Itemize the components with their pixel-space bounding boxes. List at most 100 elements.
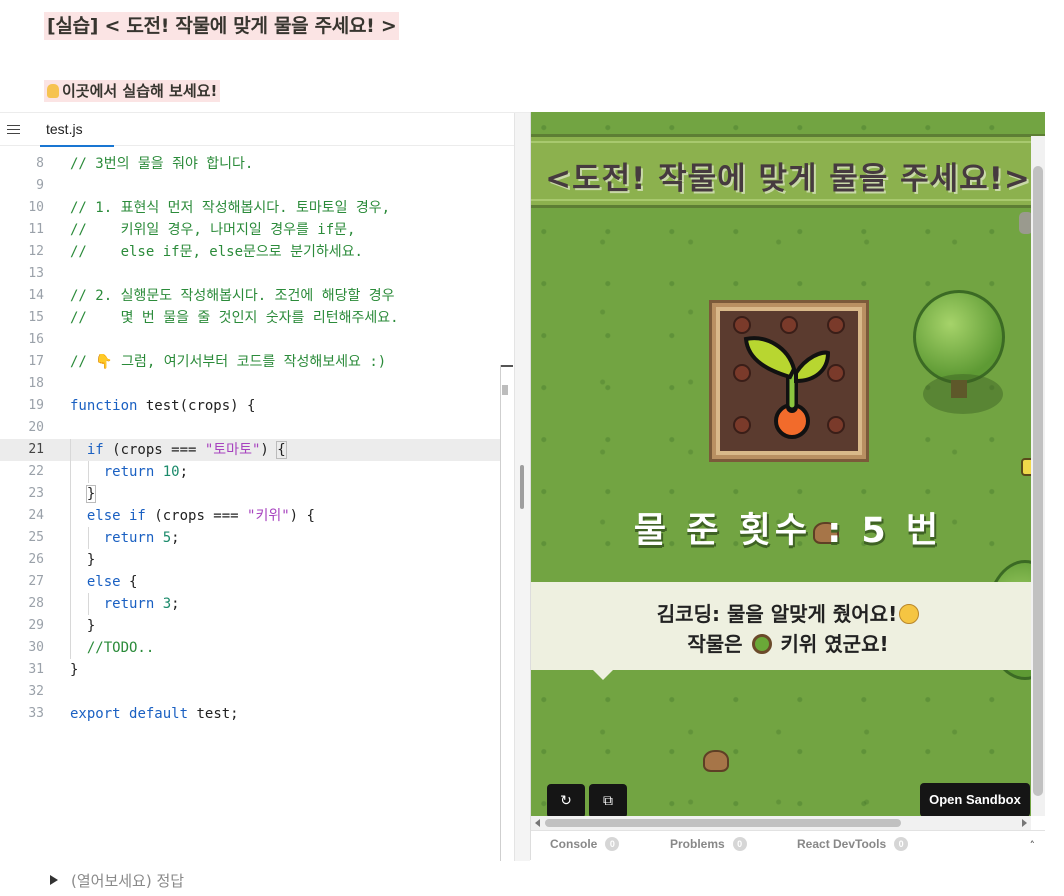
preview-hscroll-thumb[interactable] (545, 819, 901, 827)
code-line[interactable]: 13 (0, 263, 514, 285)
code-text[interactable]: //TODO.. (70, 637, 154, 659)
code-text[interactable]: return 3; (70, 593, 180, 615)
menu-icon[interactable] (7, 125, 20, 134)
resize-grip-icon[interactable] (520, 465, 524, 509)
code-text[interactable]: export default test; (70, 703, 239, 725)
line-number: 30 (28, 640, 44, 655)
dialog-line-1: 김코딩: 물을 알맞게 줬어요! (531, 598, 1045, 627)
refresh-icon: ↻ (560, 793, 572, 809)
code-text[interactable]: // 2. 실행문도 작성해봅시다. 조건에 해당할 경우 (70, 285, 395, 307)
code-line[interactable]: 10 // 1. 표현식 먼저 작성해봅시다. 토마토일 경우, (0, 197, 514, 219)
indent-guide (88, 461, 89, 483)
code-text[interactable]: } (70, 615, 95, 637)
code-line[interactable]: 33 export default test; (0, 703, 514, 725)
code-line[interactable]: 15 // 몇 번 물을 줄 것인지 숫자를 리턴해주세요. (0, 307, 514, 329)
code-text[interactable]: else { (70, 571, 138, 593)
answer-toggle[interactable]: (열어보세요) 정답 (50, 870, 184, 891)
code-line[interactable]: 20 (0, 417, 514, 439)
scroll-right-arrow-icon[interactable] (1022, 819, 1027, 827)
stump-icon (703, 750, 729, 772)
code-line[interactable]: 17 // 👇 그럼, 여기서부터 코드를 작성해보세요 :) (0, 351, 514, 373)
code-line[interactable]: 9 (0, 175, 514, 197)
tab-console-label: Console (550, 837, 598, 851)
line-number: 28 (28, 596, 44, 611)
editor-scrollbar[interactable] (500, 365, 514, 861)
code-text[interactable]: // 몇 번 물을 줄 것인지 숫자를 리턴해주세요. (70, 307, 399, 329)
devtools-tab-bar: Console 0 Problems 0 React DevTools 0 ˄ (531, 830, 1045, 860)
open-sandbox-button[interactable]: Open Sandbox (920, 783, 1030, 816)
line-number: 33 (28, 706, 44, 721)
preview-horizontal-scrollbar[interactable] (531, 816, 1031, 830)
preview-vscroll-thumb[interactable] (1033, 166, 1043, 796)
dialog-speaker-text: 김코딩: 물을 알맞게 줬어요! (656, 602, 898, 626)
external-link-icon: ⧉ (603, 793, 613, 809)
code-line[interactable]: 28 return 3; (0, 593, 514, 615)
code-line[interactable]: 24 else if (crops === "키위") { (0, 505, 514, 527)
tab-react-devtools[interactable]: React DevTools 0 (797, 837, 909, 851)
tree-shadow (923, 374, 1003, 414)
code-line[interactable]: 16 (0, 329, 514, 351)
banner-title: <도전! 작물에 맞게 물을 주세요!> (545, 161, 1031, 197)
code-line[interactable]: 30 //TODO.. (0, 637, 514, 659)
line-number: 18 (28, 376, 44, 391)
scroll-position-marker (501, 365, 513, 367)
line-number: 29 (28, 618, 44, 633)
hint-text: 이곳에서 실습해 보세요! (44, 80, 221, 102)
preview-vertical-scrollbar[interactable] (1031, 136, 1045, 816)
code-text[interactable]: else if (crops === "키위") { (70, 505, 315, 527)
tab-console[interactable]: Console 0 (550, 837, 620, 851)
collapse-chevron-icon[interactable]: ˄ (1030, 839, 1036, 852)
code-line[interactable]: 25 return 5; (0, 527, 514, 549)
dialog-box: 김코딩: 물을 알맞게 줬어요! 작물은 키위 였군요! (531, 582, 1045, 680)
code-line[interactable]: 18 (0, 373, 514, 395)
code-line[interactable]: 14 // 2. 실행문도 작성해봅시다. 조건에 해당할 경우 (0, 285, 514, 307)
code-line[interactable]: 31} (0, 659, 514, 681)
code-line[interactable]: 32 (0, 681, 514, 703)
code-line[interactable]: 27 else { (0, 571, 514, 593)
code-line[interactable]: 23 } (0, 483, 514, 505)
lesson-title: [실습] < 도전! 작물에 맞게 물을 주세요! > (44, 12, 400, 40)
line-number: 9 (36, 178, 44, 193)
refresh-button[interactable]: ↻ (547, 784, 585, 816)
code-line[interactable]: 12 // else if문, else문으로 분기하세요. (0, 241, 514, 263)
line-number: 20 (28, 420, 44, 435)
code-line[interactable]: 29 } (0, 615, 514, 637)
line-number: 8 (36, 156, 44, 171)
code-line[interactable]: 26 } (0, 549, 514, 571)
code-text[interactable]: } (70, 549, 95, 571)
code-text[interactable]: return 5; (70, 527, 180, 549)
code-text[interactable]: // 1. 표현식 먼저 작성해봅시다. 토마토일 경우, (70, 197, 390, 219)
indent-guide (88, 593, 89, 615)
code-text[interactable]: // 👇 그럼, 여기서부터 코드를 작성해보세요 :) (70, 351, 386, 373)
line-number: 27 (28, 574, 44, 589)
tab-problems[interactable]: Problems 0 (670, 837, 747, 851)
line-number: 31 (28, 662, 44, 677)
code-text[interactable]: // 3번의 물을 줘야 합니다. (70, 153, 253, 175)
open-in-new-window-button[interactable]: ⧉ (589, 784, 627, 816)
code-line[interactable]: 19 function test(crops) { (0, 395, 514, 417)
code-line[interactable]: 21 if (crops === "토마토") { (0, 439, 514, 461)
editor-scroll-thumb[interactable] (502, 385, 508, 395)
hint-label: 이곳에서 실습해 보세요! (62, 82, 218, 100)
line-number: 32 (28, 684, 44, 699)
line-number: 25 (28, 530, 44, 545)
code-line[interactable]: 11 // 키위일 경우, 나머지일 경우를 if문, (0, 219, 514, 241)
file-tab-test-js[interactable]: test.js (36, 113, 93, 146)
hot-face-emoji-icon (899, 604, 920, 624)
kiwi-emoji-icon (751, 634, 772, 654)
code-text[interactable]: } (70, 483, 97, 505)
game-canvas: <도전! 작물에 맞게 물을 주세요!> 물 준 횟수: 5 번 김코딩: 물… (531, 112, 1045, 816)
panel-resizer[interactable] (514, 113, 530, 861)
code-area[interactable]: 8 // 3번의 물을 줘야 합니다. 9 10 // 1. 표현식 먼저 작성해봅시다… (0, 147, 514, 861)
code-text[interactable]: // else if문, else문으로 분기하세요. (70, 241, 363, 263)
code-text[interactable]: // 키위일 경우, 나머지일 경우를 if문, (70, 219, 355, 241)
code-line[interactable]: 8 // 3번의 물을 줘야 합니다. (0, 153, 514, 175)
code-text[interactable]: } (70, 659, 78, 681)
code-text[interactable]: function test(crops) { (70, 395, 255, 417)
crop-plot (709, 300, 869, 462)
code-text[interactable]: if (crops === "토마토") { (70, 439, 287, 461)
sprout-icon (743, 336, 830, 439)
indent-guide (70, 439, 71, 659)
code-line[interactable]: 22 return 10; (0, 461, 514, 483)
scroll-left-arrow-icon[interactable] (535, 819, 540, 827)
